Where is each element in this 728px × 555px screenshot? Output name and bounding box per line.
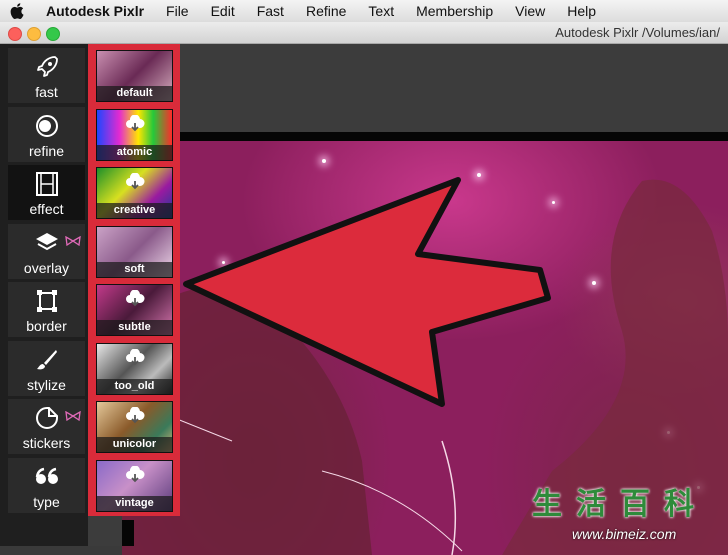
effect-label: default	[97, 86, 172, 101]
download-icon	[125, 114, 145, 138]
tool-stylize[interactable]: stylize	[8, 341, 85, 396]
overlapping-circles-icon	[8, 114, 85, 138]
tool-fast[interactable]: fast	[8, 48, 85, 103]
brush-icon	[8, 348, 85, 372]
effect-thumb-atomic[interactable]: atomic	[96, 109, 173, 161]
rocket-icon	[8, 55, 85, 79]
menu-bar: Autodesk Pixlr File Edit Fast Refine Tex…	[0, 0, 728, 23]
watermark-url: www.bimeiz.com	[572, 526, 677, 542]
effect-thumb-subtle[interactable]: subtle	[96, 284, 173, 336]
watermark-char: 生	[532, 487, 562, 522]
effect-label: subtle	[97, 320, 172, 335]
effect-label: soft	[97, 262, 172, 277]
download-icon	[125, 406, 145, 430]
effect-thumb-soft[interactable]: soft	[96, 226, 173, 278]
app-menu[interactable]: Autodesk Pixlr	[46, 3, 144, 19]
tool-sidebar: fast refine effect overlay border styliz…	[0, 44, 88, 546]
download-icon	[125, 348, 145, 372]
effect-label: vintage	[97, 496, 172, 511]
effect-thumb-too-old[interactable]: too_old	[96, 343, 173, 395]
menu-edit[interactable]: Edit	[211, 3, 235, 19]
quote-icon	[8, 465, 85, 489]
effect-label: creative	[97, 203, 172, 218]
frame-icon	[8, 289, 85, 313]
effects-panel: default atomic creative soft subtle too_…	[88, 44, 180, 516]
tool-type[interactable]: type	[8, 458, 85, 513]
tool-type-label: type	[33, 494, 60, 510]
watermark: 生 活 百 科 www.bimeiz.com	[524, 486, 728, 546]
download-icon	[125, 172, 145, 196]
menu-refine[interactable]: Refine	[306, 3, 346, 19]
watermark-char: 活	[576, 487, 606, 522]
menu-membership[interactable]: Membership	[416, 3, 493, 19]
effect-label: unicolor	[97, 437, 172, 452]
tool-stickers[interactable]: stickers	[8, 399, 85, 454]
effect-label: atomic	[97, 145, 172, 160]
window-title: Autodesk Pixlr /Volumes/ian/	[555, 25, 720, 40]
effect-thumb-unicolor[interactable]: unicolor	[96, 401, 173, 453]
menu-fast[interactable]: Fast	[257, 3, 284, 19]
tool-stylize-label: stylize	[27, 377, 66, 393]
apple-icon[interactable]	[10, 3, 28, 19]
canvas-edge	[122, 520, 134, 546]
effect-thumb-default[interactable]: default	[96, 50, 173, 102]
bow-icon	[65, 408, 81, 426]
tool-effect[interactable]: effect	[8, 165, 85, 220]
minimize-window-button[interactable]	[27, 27, 41, 41]
tool-overlay[interactable]: overlay	[8, 224, 85, 279]
menu-view[interactable]: View	[515, 3, 545, 19]
bow-icon	[65, 233, 81, 251]
zoom-window-button[interactable]	[46, 27, 60, 41]
tool-refine[interactable]: refine	[8, 107, 85, 162]
window-titlebar[interactable]: Autodesk Pixlr /Volumes/ian/	[0, 22, 728, 44]
effect-label: too_old	[97, 379, 172, 394]
download-icon	[125, 289, 145, 313]
menu-file[interactable]: File	[166, 3, 189, 19]
tool-refine-label: refine	[28, 143, 65, 159]
tool-overlay-label: overlay	[23, 260, 70, 276]
watermark-char: 科	[664, 487, 694, 522]
effect-thumb-vintage[interactable]: vintage	[96, 460, 173, 512]
watermark-char: 百	[620, 487, 650, 522]
tool-border-label: border	[26, 318, 67, 334]
close-window-button[interactable]	[8, 27, 22, 41]
film-strip-icon	[8, 172, 85, 196]
tool-effect-label: effect	[29, 201, 64, 217]
menu-text[interactable]: Text	[368, 3, 394, 19]
menu-help[interactable]: Help	[567, 3, 596, 19]
effect-thumb-creative[interactable]: creative	[96, 167, 173, 219]
tool-fast-label: fast	[35, 84, 58, 100]
tool-border[interactable]: border	[8, 282, 85, 337]
tool-stickers-label: stickers	[22, 435, 71, 451]
download-icon	[125, 465, 145, 489]
